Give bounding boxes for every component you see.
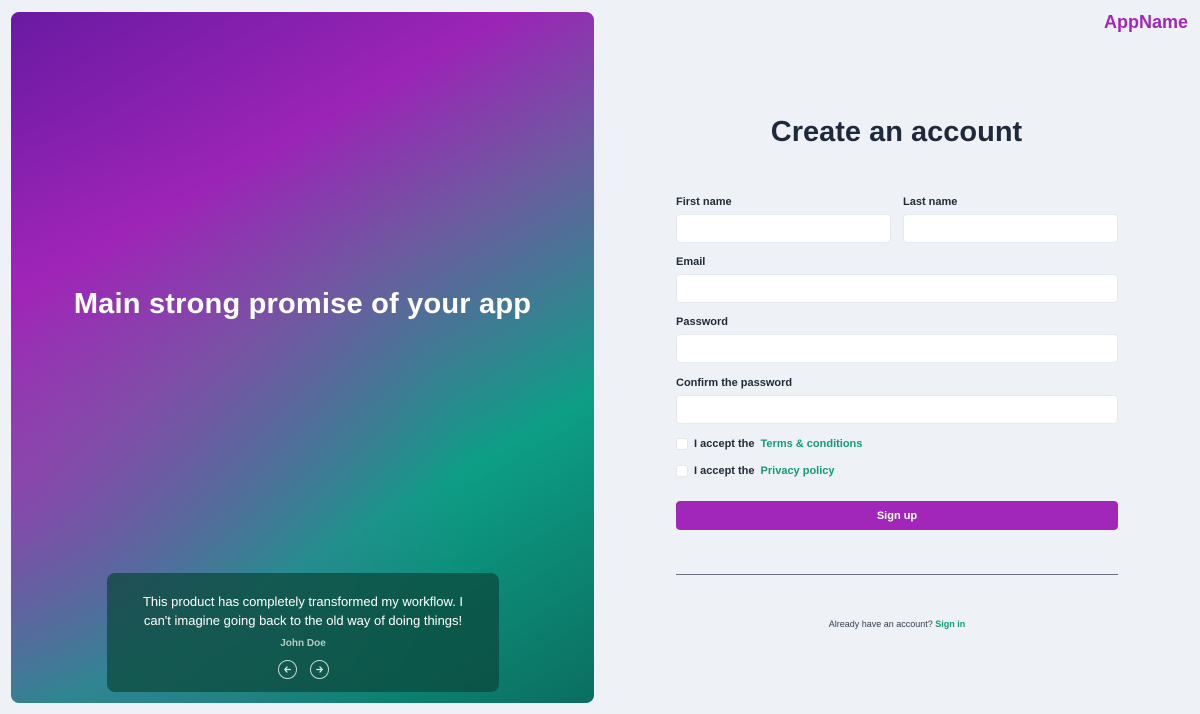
sign-in-link[interactable]: Sign in bbox=[935, 619, 965, 629]
testimonial-nav bbox=[107, 660, 499, 679]
terms-row: I accept the Terms & conditions bbox=[676, 438, 862, 450]
privacy-link[interactable]: Privacy policy bbox=[761, 465, 835, 477]
privacy-prefix: I accept the bbox=[694, 465, 755, 477]
email-label: Email bbox=[676, 256, 706, 268]
signin-prompt: Already have an account? bbox=[828, 619, 933, 629]
signin-row: Already have an account? Sign in bbox=[676, 619, 1118, 629]
privacy-checkbox[interactable] bbox=[676, 465, 688, 477]
divider bbox=[676, 574, 1118, 575]
arrow-left-circle-icon[interactable] bbox=[277, 660, 297, 679]
last-name-label: Last name bbox=[903, 196, 958, 208]
terms-link[interactable]: Terms & conditions bbox=[761, 438, 863, 450]
sign-up-button[interactable]: Sign up bbox=[676, 501, 1118, 530]
email-field[interactable] bbox=[676, 274, 1118, 303]
hero-title: Main strong promise of your app bbox=[73, 288, 532, 320]
testimonial-card: This product has completely transformed … bbox=[107, 573, 499, 692]
arrow-right-circle-icon[interactable] bbox=[309, 660, 329, 679]
terms-prefix: I accept the bbox=[694, 438, 755, 450]
terms-checkbox[interactable] bbox=[676, 438, 688, 450]
testimonial-author: John Doe bbox=[280, 638, 326, 649]
last-name-field[interactable] bbox=[903, 214, 1118, 243]
confirm-password-label: Confirm the password bbox=[676, 377, 793, 389]
privacy-row: I accept the Privacy policy bbox=[676, 465, 835, 477]
form-title: Create an account bbox=[770, 116, 1023, 148]
brand-logo[interactable]: AppName bbox=[1104, 12, 1188, 33]
password-label: Password bbox=[676, 316, 728, 328]
hero-panel: Main strong promise of your app This pro… bbox=[11, 12, 594, 703]
confirm-password-field[interactable] bbox=[676, 395, 1118, 424]
testimonial-quote: This product has completely transformed … bbox=[142, 594, 464, 628]
first-name-field[interactable] bbox=[676, 214, 891, 243]
first-name-label: First name bbox=[676, 196, 732, 208]
password-field[interactable] bbox=[676, 334, 1118, 363]
